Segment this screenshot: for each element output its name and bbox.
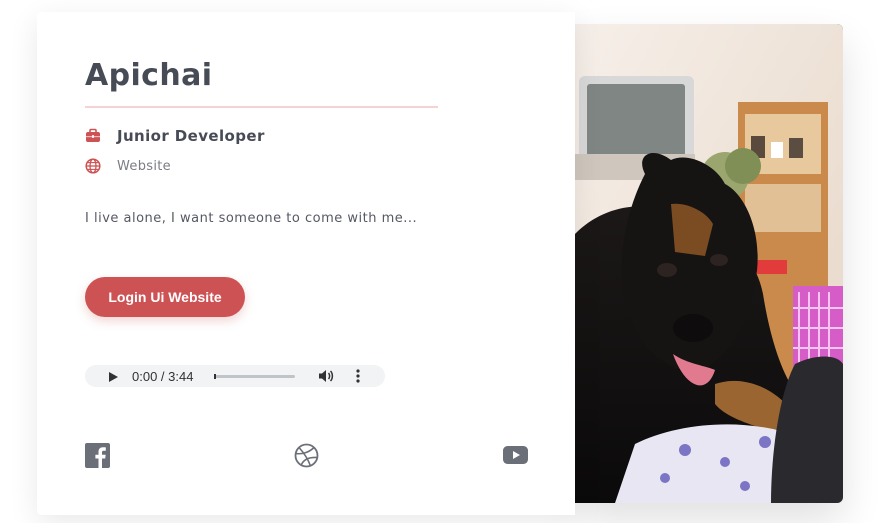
website-link[interactable]: Website — [117, 159, 171, 174]
briefcase-icon — [85, 128, 101, 144]
page: Apichai Junior Developer Website I live … — [0, 0, 886, 523]
facebook-icon[interactable] — [85, 443, 110, 468]
profile-card: Apichai Junior Developer Website I live … — [37, 12, 575, 515]
youtube-icon[interactable] — [503, 446, 528, 471]
play-icon[interactable] — [107, 370, 119, 382]
dribbble-icon[interactable] — [294, 443, 319, 468]
globe-icon — [85, 158, 101, 174]
website-row[interactable]: Website — [85, 158, 171, 174]
more-options-icon[interactable] — [356, 368, 360, 384]
volume-icon[interactable] — [318, 369, 334, 383]
audio-time: 0:00 / 3:44 — [132, 369, 194, 384]
login-button[interactable]: Login Ui Website — [85, 277, 245, 317]
audio-player[interactable]: 0:00 / 3:44 — [85, 365, 385, 387]
job-title: Junior Developer — [117, 127, 265, 145]
name-underline-divider — [85, 106, 438, 108]
audio-progress-thumb[interactable] — [214, 374, 216, 379]
dog-photo — [575, 24, 843, 503]
profile-photo-card — [575, 24, 843, 503]
job-row: Junior Developer — [85, 127, 265, 145]
audio-progress-track[interactable] — [214, 374, 295, 379]
profile-name: Apichai — [85, 58, 213, 93]
bio-text: I live alone, I want someone to come wit… — [85, 211, 418, 226]
